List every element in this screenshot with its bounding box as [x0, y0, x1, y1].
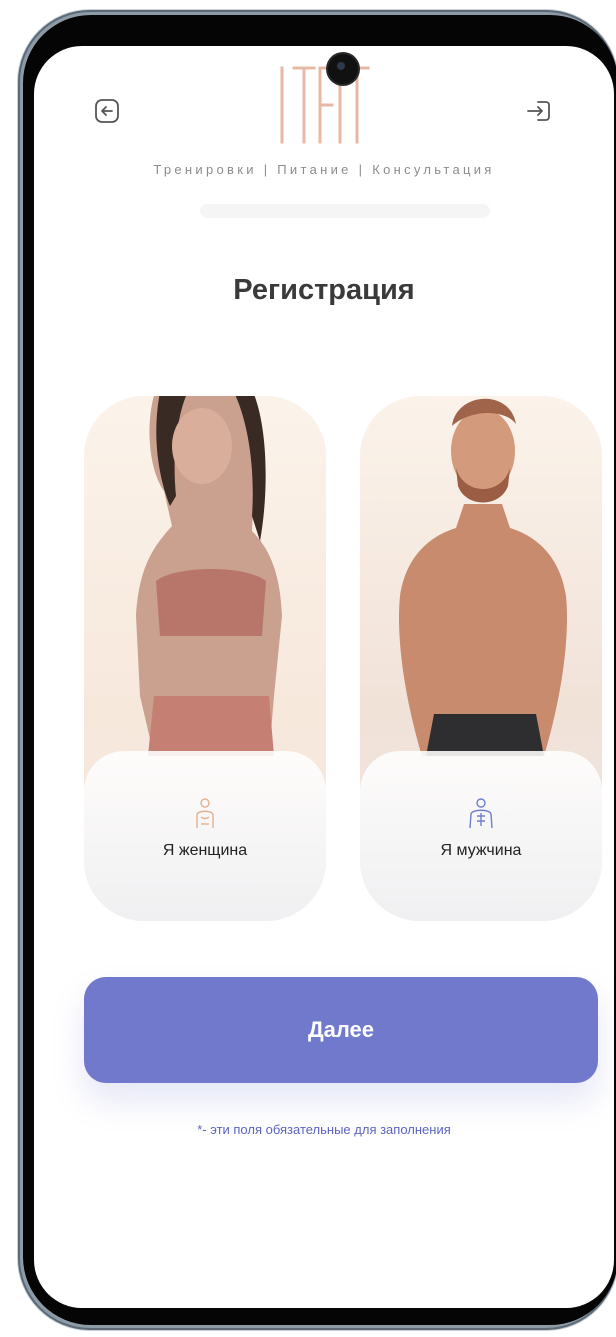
page-title: Регистрация: [233, 274, 415, 306]
man-photo: [398, 398, 568, 756]
gender-female-label: Я женщина: [162, 842, 248, 859]
phone-frame: Тренировки | Питание | Консультация Реги…: [18, 10, 616, 1330]
back-arrow-icon[interactable]: [92, 96, 122, 126]
gender-card-female-footer: Я женщина: [84, 751, 326, 921]
female-figure-icon: [192, 797, 218, 834]
required-fields-note: *- эти поля обязательные для заполнения: [197, 1122, 451, 1137]
gender-card-male-footer: Я мужчина: [360, 751, 602, 921]
login-icon[interactable]: [524, 96, 554, 126]
itfit-logo: [270, 60, 380, 150]
gender-card-male[interactable]: Я мужчина: [360, 396, 602, 921]
male-figure-icon: [466, 797, 496, 834]
header-divider: [200, 204, 490, 218]
tagline: Тренировки | Питание | Консультация: [153, 162, 495, 177]
gender-card-female[interactable]: Я женщина: [84, 396, 326, 921]
gender-male-label: Я мужчина: [440, 842, 522, 859]
woman-photo: [136, 396, 282, 756]
front-camera: [328, 54, 358, 84]
app-screen: Тренировки | Питание | Консультация Реги…: [34, 46, 614, 1308]
next-button[interactable]: Далее: [84, 977, 598, 1083]
